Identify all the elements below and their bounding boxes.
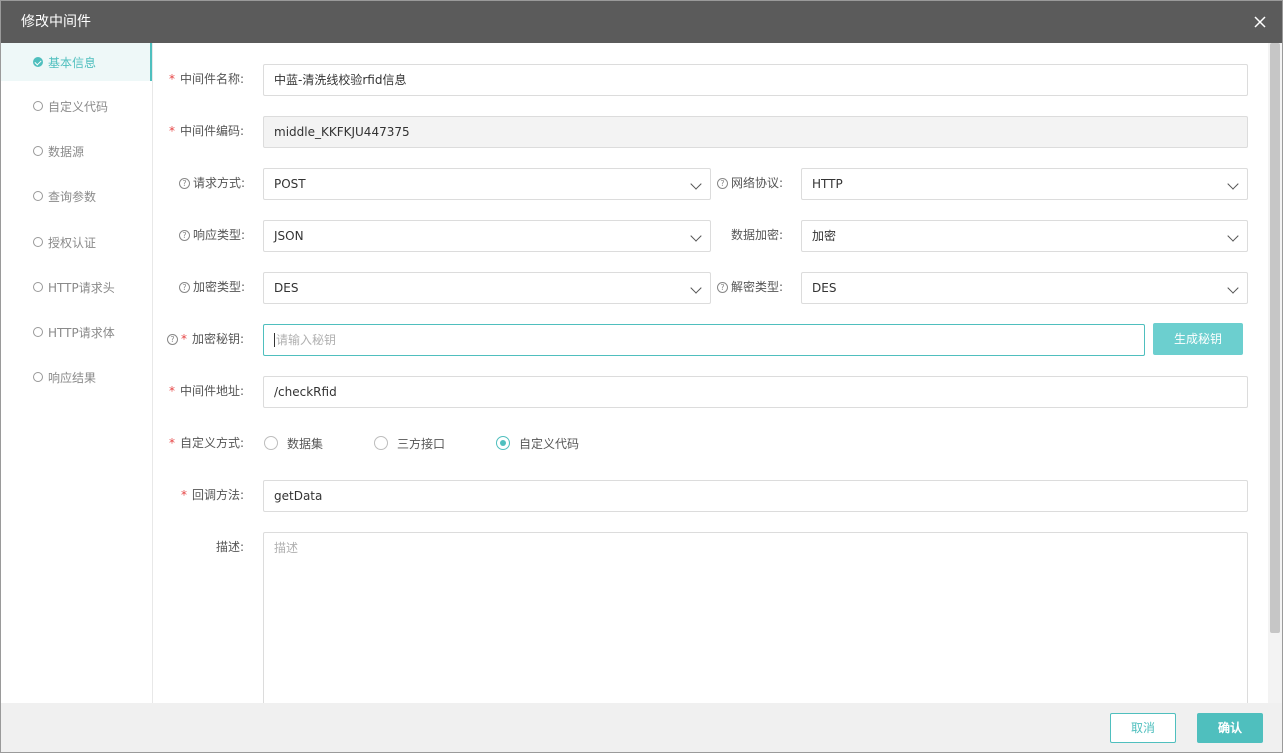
resp-type-label: ? 响应类型: bbox=[179, 219, 245, 251]
sidebar-item-label: 授权认证 bbox=[48, 235, 97, 250]
sidebar-item-data-source[interactable]: 数据源 bbox=[1, 132, 152, 170]
dec-type-label: ? 解密类型: bbox=[717, 271, 783, 303]
cancel-button[interactable]: 取消 bbox=[1110, 713, 1176, 743]
chevron-down-icon bbox=[690, 230, 702, 242]
method-select[interactable]: POST bbox=[263, 168, 711, 200]
circle-icon bbox=[33, 237, 43, 247]
radio-circle-icon bbox=[264, 436, 278, 450]
enc-type-label: ? 加密类型: bbox=[179, 271, 245, 303]
sidebar-item-http-body[interactable]: HTTP请求体 bbox=[1, 313, 152, 351]
sidebar-item-response[interactable]: 响应结果 bbox=[1, 358, 152, 396]
dec-type-select[interactable]: DES bbox=[801, 272, 1248, 304]
sidebar-item-http-headers[interactable]: HTTP请求头 bbox=[1, 268, 152, 306]
sidebar-item-basic-info[interactable]: 基本信息 bbox=[1, 43, 152, 81]
circle-icon bbox=[33, 191, 43, 201]
enc-type-select[interactable]: DES bbox=[263, 272, 711, 304]
name-label: * 中间件名称: bbox=[169, 72, 245, 86]
sidebar-item-label: 基本信息 bbox=[48, 55, 97, 70]
name-input[interactable]: 中蓝-清洗线校验rfid信息 bbox=[263, 64, 1248, 96]
encrypt-label: 数据加密: bbox=[731, 228, 784, 242]
radio-circle-icon bbox=[374, 436, 388, 450]
custom-mode-label: * 自定义方式: bbox=[169, 436, 245, 450]
radio-dataset[interactable]: 数据集 bbox=[264, 433, 323, 453]
resp-type-select[interactable]: JSON bbox=[263, 220, 711, 252]
circle-icon bbox=[33, 146, 43, 156]
circle-icon bbox=[33, 372, 43, 382]
radio-checked-icon bbox=[496, 436, 510, 450]
radio-third-party[interactable]: 三方接口 bbox=[374, 433, 445, 453]
code-input: middle_KKFKJU447375 bbox=[263, 116, 1248, 148]
secret-input[interactable]: 请输入秘钥 bbox=[263, 324, 1145, 356]
code-label: * 中间件编码: bbox=[169, 124, 245, 138]
close-icon[interactable] bbox=[1250, 12, 1270, 32]
method-label: ? 请求方式: bbox=[179, 167, 245, 199]
help-icon: ? bbox=[717, 282, 728, 293]
dialog-header: 修改中间件 bbox=[1, 1, 1282, 43]
sidebar-item-label: HTTP请求体 bbox=[48, 325, 115, 340]
dialog-title: 修改中间件 bbox=[21, 14, 91, 30]
chevron-down-icon bbox=[690, 282, 702, 294]
description-textarea[interactable]: 描述 bbox=[263, 532, 1248, 707]
sidebar-item-label: 数据源 bbox=[48, 144, 85, 159]
desc-label: 描述: bbox=[216, 540, 245, 554]
generate-secret-button[interactable]: 生成秘钥 bbox=[1153, 323, 1243, 355]
check-circle-icon bbox=[33, 57, 43, 67]
callback-input[interactable]: getData bbox=[263, 480, 1248, 512]
radio-custom-code[interactable]: 自定义代码 bbox=[496, 433, 579, 453]
secret-label: ? * 加密秘钥: bbox=[167, 323, 244, 355]
callback-label: * 回调方法: bbox=[181, 488, 245, 502]
chevron-down-icon bbox=[1227, 178, 1239, 190]
dialog-footer: 取消 确认 bbox=[1, 703, 1282, 752]
help-icon: ? bbox=[179, 282, 190, 293]
chevron-down-icon bbox=[1227, 230, 1239, 242]
sidebar-item-custom-code[interactable]: 自定义代码 bbox=[1, 87, 152, 125]
sidebar-item-label: 查询参数 bbox=[48, 189, 97, 204]
confirm-button[interactable]: 确认 bbox=[1197, 713, 1263, 743]
sidebar-item-label: 响应结果 bbox=[48, 370, 97, 385]
scrollbar[interactable] bbox=[1268, 43, 1282, 703]
chevron-down-icon bbox=[1227, 282, 1239, 294]
circle-icon bbox=[33, 327, 43, 337]
sidebar-item-auth[interactable]: 授权认证 bbox=[1, 223, 152, 261]
sidebar-item-label: HTTP请求头 bbox=[48, 280, 115, 295]
help-icon: ? bbox=[179, 178, 190, 189]
chevron-down-icon bbox=[690, 178, 702, 190]
help-icon: ? bbox=[167, 334, 178, 345]
protocol-label: ? 网络协议: bbox=[717, 167, 783, 199]
edit-middleware-dialog: 修改中间件 基本信息 自定义代码 数据源 查询参数 授权认证 HTTP请求头 H… bbox=[0, 0, 1283, 753]
help-icon: ? bbox=[179, 230, 190, 241]
sidebar-item-query-params[interactable]: 查询参数 bbox=[1, 177, 152, 215]
protocol-select[interactable]: HTTP bbox=[801, 168, 1248, 200]
circle-icon bbox=[33, 101, 43, 111]
scrollbar-thumb[interactable] bbox=[1270, 43, 1280, 633]
sidebar-item-label: 自定义代码 bbox=[48, 99, 109, 114]
help-icon: ? bbox=[717, 178, 728, 189]
encrypt-select[interactable]: 加密 bbox=[801, 220, 1248, 252]
circle-icon bbox=[33, 282, 43, 292]
address-label: * 中间件地址: bbox=[169, 384, 245, 398]
text-cursor bbox=[274, 333, 275, 347]
address-input[interactable]: /checkRfid bbox=[263, 376, 1248, 408]
sidebar-nav: 基本信息 自定义代码 数据源 查询参数 授权认证 HTTP请求头 HTTP请求体 bbox=[1, 43, 153, 703]
